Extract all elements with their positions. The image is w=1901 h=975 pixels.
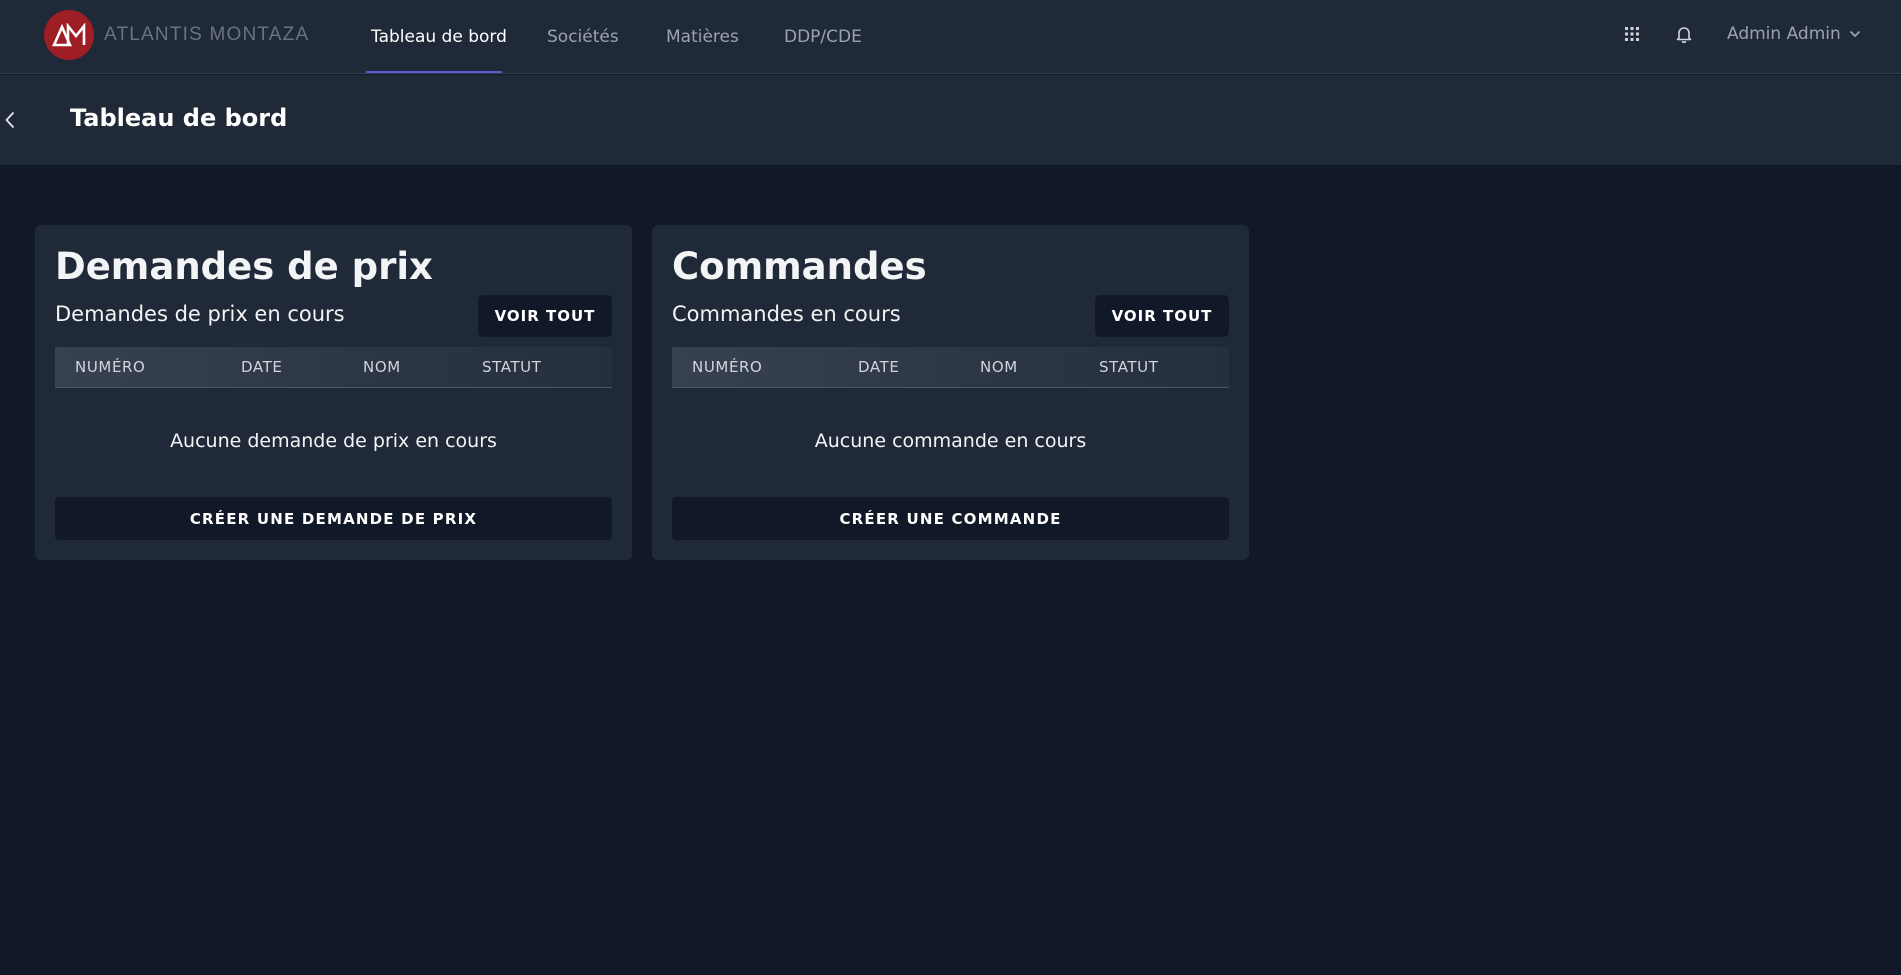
nav-tab-matieres[interactable]: Matières [666, 0, 739, 74]
top-navigation-bar: ATLANTIS MONTAZA Tableau de bord Société… [0, 0, 1901, 74]
view-all-orders-button[interactable]: VOIR TOUT [1095, 295, 1229, 337]
column-statut[interactable]: STATUT [482, 347, 542, 387]
back-button[interactable] [0, 105, 20, 135]
quotes-card: Demandes de prix Demandes de prix en cou… [35, 225, 632, 560]
empty-state-text: Aucune demande de prix en cours [170, 430, 497, 452]
column-date[interactable]: DATE [858, 347, 899, 387]
apps-grid-icon[interactable] [1618, 20, 1646, 48]
column-numero[interactable]: NUMÉRO [75, 347, 145, 387]
logo-text: ATLANTIS MONTAZA [104, 24, 310, 45]
card-subtitle: Demandes de prix en cours [55, 302, 345, 326]
card-title: Commandes [672, 245, 927, 288]
chevron-left-icon [5, 111, 15, 129]
table-header: NUMÉRO DATE NOM STATUT [672, 347, 1229, 388]
page-title: Tableau de bord [70, 104, 288, 132]
table-header: NUMÉRO DATE NOM STATUT [55, 347, 612, 388]
create-order-button[interactable]: CRÉER UNE COMMANDE [672, 497, 1229, 540]
page-header: Tableau de bord [0, 75, 1901, 165]
card-subtitle: Commandes en cours [672, 302, 901, 326]
app-logo[interactable]: ATLANTIS MONTAZA [44, 10, 309, 60]
user-menu[interactable]: Admin Admin [1727, 20, 1861, 48]
logo-mark-icon [44, 10, 94, 60]
chevron-down-icon [1849, 30, 1860, 38]
column-statut[interactable]: STATUT [1099, 347, 1159, 387]
card-title: Demandes de prix [55, 245, 433, 288]
active-tab-indicator [366, 71, 502, 73]
create-quote-button[interactable]: CRÉER UNE DEMANDE DE PRIX [55, 497, 612, 540]
column-nom[interactable]: NOM [363, 347, 401, 387]
column-date[interactable]: DATE [241, 347, 282, 387]
nav-tab-ddp-cde[interactable]: DDP/CDE [784, 0, 862, 74]
bell-icon[interactable] [1670, 20, 1698, 48]
empty-state-text: Aucune commande en cours [814, 430, 1087, 452]
user-name: Admin Admin [1727, 24, 1841, 44]
column-nom[interactable]: NOM [980, 347, 1018, 387]
nav-tab-societes[interactable]: Sociétés [547, 0, 619, 74]
view-all-quotes-button[interactable]: VOIR TOUT [478, 295, 612, 337]
orders-card: Commandes Commandes en cours VOIR TOUT N… [652, 225, 1249, 560]
nav-tab-tableau-de-bord[interactable]: Tableau de bord [371, 0, 507, 74]
column-numero[interactable]: NUMÉRO [692, 347, 762, 387]
